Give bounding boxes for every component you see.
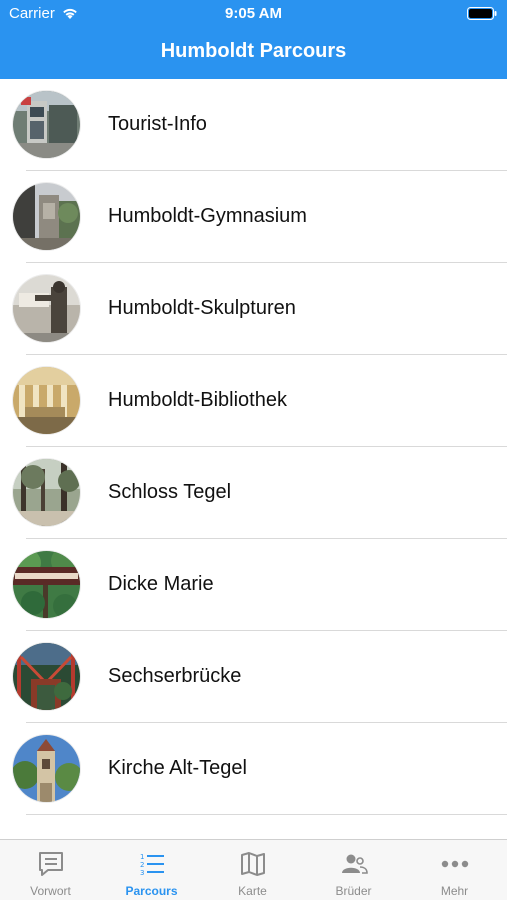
navigation-bar: Humboldt Parcours (0, 28, 507, 79)
church-thumbnail (13, 735, 80, 802)
item-label: Humboldt-Bibliothek (108, 389, 287, 411)
tab-label: Mehr (440, 884, 469, 898)
list-item-tourist-info[interactable]: Tourist-Info (0, 79, 507, 171)
tab-parcours[interactable]: 1 2 3 Parcours (101, 840, 202, 901)
list-item-dicke-marie[interactable]: Dicke Marie (0, 539, 507, 631)
tab-label: Karte (238, 884, 267, 898)
tab-vorwort[interactable]: Vorwort (0, 840, 101, 901)
status-time: 9:05 AM (225, 5, 282, 22)
list-item-humboldt-skulpturen[interactable]: Humboldt-Skulpturen (0, 263, 507, 355)
tab-label: Parcours (125, 884, 178, 898)
svg-text:2: 2 (140, 861, 144, 869)
tourist-info-thumbnail (13, 91, 80, 158)
sculpture-thumbnail (13, 275, 80, 342)
more-dots-icon (441, 860, 469, 868)
bridge-thumbnail (13, 643, 80, 710)
map-icon (241, 852, 265, 876)
battery-icon (467, 7, 497, 20)
divider (26, 814, 507, 815)
list-item-kirche-alt-tegel[interactable]: Kirche Alt-Tegel (0, 723, 507, 815)
item-label: Dicke Marie (108, 573, 214, 595)
item-label: Humboldt-Skulpturen (108, 297, 296, 319)
gymnasium-thumbnail (13, 183, 80, 250)
list-icon: 1 2 3 (140, 853, 164, 877)
tab-mehr[interactable]: Mehr (404, 840, 505, 901)
speech-bubble-icon (39, 852, 63, 876)
item-label: Tourist-Info (108, 113, 207, 135)
parcours-list: Tourist-Info Humboldt-Gymnasium Humboldt… (0, 79, 507, 839)
item-label: Humboldt-Gymnasium (108, 205, 307, 227)
list-item-humboldt-bibliothek[interactable]: Humboldt-Bibliothek (0, 355, 507, 447)
tab-bar: Vorwort 1 2 3 Parcours Karte Brüder Mehr (0, 839, 507, 900)
list-item-sechserbruecke[interactable]: Sechserbrücke (0, 631, 507, 723)
tab-brueder[interactable]: Brüder (303, 840, 404, 901)
item-label: Schloss Tegel (108, 481, 232, 503)
tree-sign-thumbnail (13, 551, 80, 618)
tab-label: Vorwort (30, 884, 71, 898)
list-item-humboldt-gymnasium[interactable]: Humboldt-Gymnasium (0, 171, 507, 263)
item-label: Sechserbrücke (108, 665, 242, 687)
svg-text:3: 3 (140, 869, 144, 877)
library-thumbnail (13, 367, 80, 434)
people-icon (342, 854, 368, 874)
page-title: Humboldt Parcours (160, 40, 347, 62)
tab-karte[interactable]: Karte (202, 840, 303, 901)
item-label: Kirche Alt-Tegel (108, 757, 247, 779)
status-bar: Carrier 9:05 AM (0, 0, 507, 28)
list-item-schloss-tegel[interactable]: Schloss Tegel (0, 447, 507, 539)
svg-text:1: 1 (140, 853, 144, 861)
tab-label: Brüder (335, 884, 372, 898)
castle-thumbnail (13, 459, 80, 526)
